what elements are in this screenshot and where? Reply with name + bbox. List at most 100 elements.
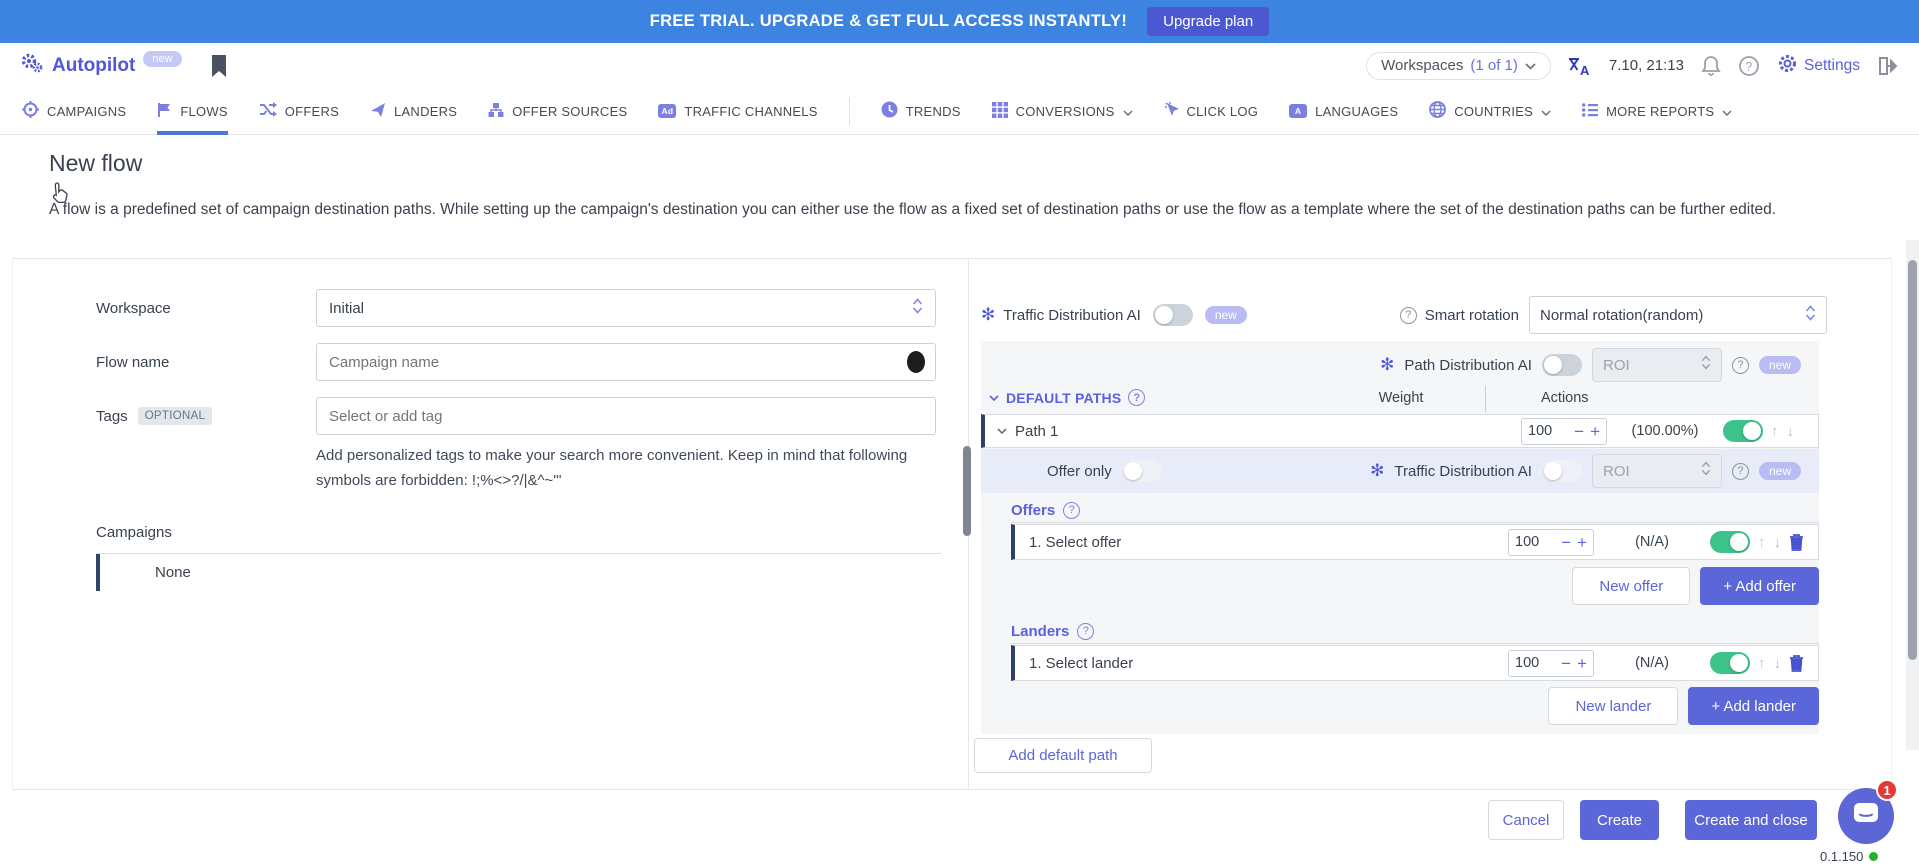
lander-enabled-toggle[interactable]: [1710, 652, 1750, 674]
landers-buttons-row: New lander + Add lander: [1011, 687, 1819, 725]
workspace-label: Workspace: [96, 300, 316, 317]
datetime-display: 7.10, 21:13: [1609, 57, 1684, 74]
workspaces-selector[interactable]: Workspaces (1 of 1): [1366, 52, 1551, 80]
decrease-icon[interactable]: −: [1574, 423, 1584, 440]
path-weight-value[interactable]: 100: [1528, 423, 1568, 439]
language-chip-icon: A: [1289, 104, 1307, 118]
translate-icon[interactable]: A: [1568, 56, 1592, 76]
column-separator: [1485, 386, 1486, 413]
logout-icon[interactable]: [1877, 56, 1899, 76]
traffic-ai-toggle[interactable]: [1153, 304, 1193, 326]
path-ai-metric-select[interactable]: ROI: [1592, 348, 1722, 382]
filled-circle-indicator: [907, 351, 925, 373]
offer-only-toggle[interactable]: [1122, 460, 1162, 482]
workspaces-count: (1 of 1): [1470, 57, 1518, 74]
nav-item-more-reports[interactable]: MORE REPORTS: [1582, 88, 1732, 135]
default-paths-help-icon[interactable]: ?: [1128, 389, 1145, 406]
add-offer-button[interactable]: + Add offer: [1700, 567, 1819, 605]
traffic-ai-help-icon[interactable]: ?: [1732, 463, 1749, 480]
new-lander-button[interactable]: New lander: [1548, 687, 1678, 725]
upgrade-plan-button[interactable]: Upgrade plan: [1147, 7, 1269, 36]
clock-icon: [881, 101, 898, 121]
path-enabled-toggle[interactable]: [1723, 420, 1763, 442]
nav-label: CONVERSIONS: [1016, 104, 1115, 119]
nav-item-click-log[interactable]: CLICK LOG: [1164, 88, 1259, 135]
path-traffic-ai-toggle[interactable]: [1542, 460, 1582, 482]
campaigns-label: Campaigns: [96, 524, 172, 541]
new-badge: new: [1759, 356, 1801, 374]
trash-icon[interactable]: [1789, 654, 1804, 672]
landers-help-icon[interactable]: ?: [1077, 623, 1094, 640]
lander-row: 1. Select lander 100 − + (N/A) ↑ ↓: [1011, 645, 1819, 681]
chat-icon: [1852, 801, 1880, 832]
lander-weight-stepper: 100 − +: [1508, 650, 1594, 677]
cancel-button[interactable]: Cancel: [1488, 800, 1564, 840]
nav-item-campaigns[interactable]: CAMPAIGNS: [22, 88, 126, 135]
nav-item-offer-sources[interactable]: OFFER SOURCES: [488, 88, 627, 135]
nav-item-languages[interactable]: A LANGUAGES: [1289, 88, 1398, 135]
nav-item-flows[interactable]: FLOWS: [157, 88, 227, 135]
nav-item-landers[interactable]: LANDERS: [370, 88, 457, 135]
path-traffic-ai-metric-select[interactable]: ROI: [1592, 454, 1722, 488]
help-icon[interactable]: ?: [1738, 55, 1760, 77]
flow-editor-card: Workspace Initial Flow name Tags OPTIONA…: [12, 258, 1892, 790]
ai-icon: ✻: [981, 305, 995, 325]
path-ai-toggle[interactable]: [1542, 354, 1582, 376]
nav-item-offers[interactable]: OFFERS: [259, 88, 339, 135]
paper-plane-icon: [370, 102, 386, 121]
move-down-icon[interactable]: ↓: [1774, 655, 1782, 672]
add-lander-button[interactable]: + Add lander: [1688, 687, 1819, 725]
settings-button[interactable]: Settings: [1777, 53, 1860, 79]
offers-buttons-row: New offer + Add offer: [1011, 567, 1819, 605]
select-stepper-icon: [1701, 461, 1711, 481]
traffic-ai-label: Traffic Distribution AI: [1394, 463, 1532, 480]
move-up-icon[interactable]: ↑: [1758, 534, 1766, 551]
campaigns-value: None: [155, 564, 191, 581]
workspace-select[interactable]: Initial: [316, 289, 936, 327]
offer-enabled-toggle[interactable]: [1710, 531, 1750, 553]
nav-item-traffic-channels[interactable]: Ad TRAFFIC CHANNELS: [658, 88, 817, 135]
nav-item-conversions[interactable]: CONVERSIONS: [992, 88, 1133, 135]
lander-weight-value[interactable]: 100: [1515, 655, 1555, 671]
page-scrollbar-thumb[interactable]: [1908, 260, 1917, 660]
path-name: Path 1: [1015, 423, 1058, 440]
offer-name[interactable]: 1. Select offer: [1029, 534, 1121, 551]
bookmark-icon[interactable]: [210, 54, 228, 78]
move-up-icon[interactable]: ↑: [1771, 423, 1779, 440]
globe-icon: [1429, 101, 1446, 121]
move-down-icon[interactable]: ↓: [1787, 423, 1795, 440]
offers-section-header: Offers ?: [1011, 498, 1819, 523]
move-down-icon[interactable]: ↓: [1774, 534, 1782, 551]
tags-input[interactable]: [329, 408, 889, 425]
create-and-close-button[interactable]: Create and close: [1685, 800, 1817, 840]
flow-name-input[interactable]: [329, 354, 869, 371]
nav-label: TRAFFIC CHANNELS: [684, 104, 817, 119]
app-bar: Autopilot new Workspaces (1 of 1) A 7.10…: [0, 43, 1919, 88]
trash-icon[interactable]: [1789, 533, 1804, 551]
add-default-path-button[interactable]: Add default path: [974, 738, 1152, 773]
decrease-icon[interactable]: −: [1561, 534, 1571, 551]
lander-name[interactable]: 1. Select lander: [1029, 655, 1133, 672]
decrease-icon[interactable]: −: [1561, 655, 1571, 672]
create-button[interactable]: Create: [1580, 800, 1659, 840]
smart-rotation-help-icon[interactable]: ?: [1400, 307, 1417, 324]
increase-icon[interactable]: +: [1577, 534, 1587, 551]
smart-rotation-value: Normal rotation(random): [1540, 307, 1703, 324]
offers-help-icon[interactable]: ?: [1063, 502, 1080, 519]
nav-item-countries[interactable]: COUNTRIES: [1429, 88, 1551, 135]
nav-label: CAMPAIGNS: [47, 104, 126, 119]
increase-icon[interactable]: +: [1577, 655, 1587, 672]
nav-item-trends[interactable]: TRENDS: [881, 88, 961, 135]
smart-rotation-select[interactable]: Normal rotation(random): [1529, 296, 1827, 334]
path-ai-help-icon[interactable]: ?: [1732, 357, 1749, 374]
path-name-toggle[interactable]: Path 1: [997, 423, 1058, 440]
left-scrollbar-thumb[interactable]: [963, 446, 971, 536]
offer-weight-value[interactable]: 100: [1515, 534, 1555, 550]
optional-badge: OPTIONAL: [138, 407, 213, 425]
new-offer-button[interactable]: New offer: [1572, 567, 1690, 605]
bell-icon[interactable]: [1701, 55, 1721, 77]
default-paths-title[interactable]: DEFAULT PATHS ?: [989, 389, 1145, 406]
move-up-icon[interactable]: ↑: [1758, 655, 1766, 672]
increase-icon[interactable]: +: [1590, 423, 1600, 440]
app-logo[interactable]: Autopilot new: [20, 51, 182, 80]
